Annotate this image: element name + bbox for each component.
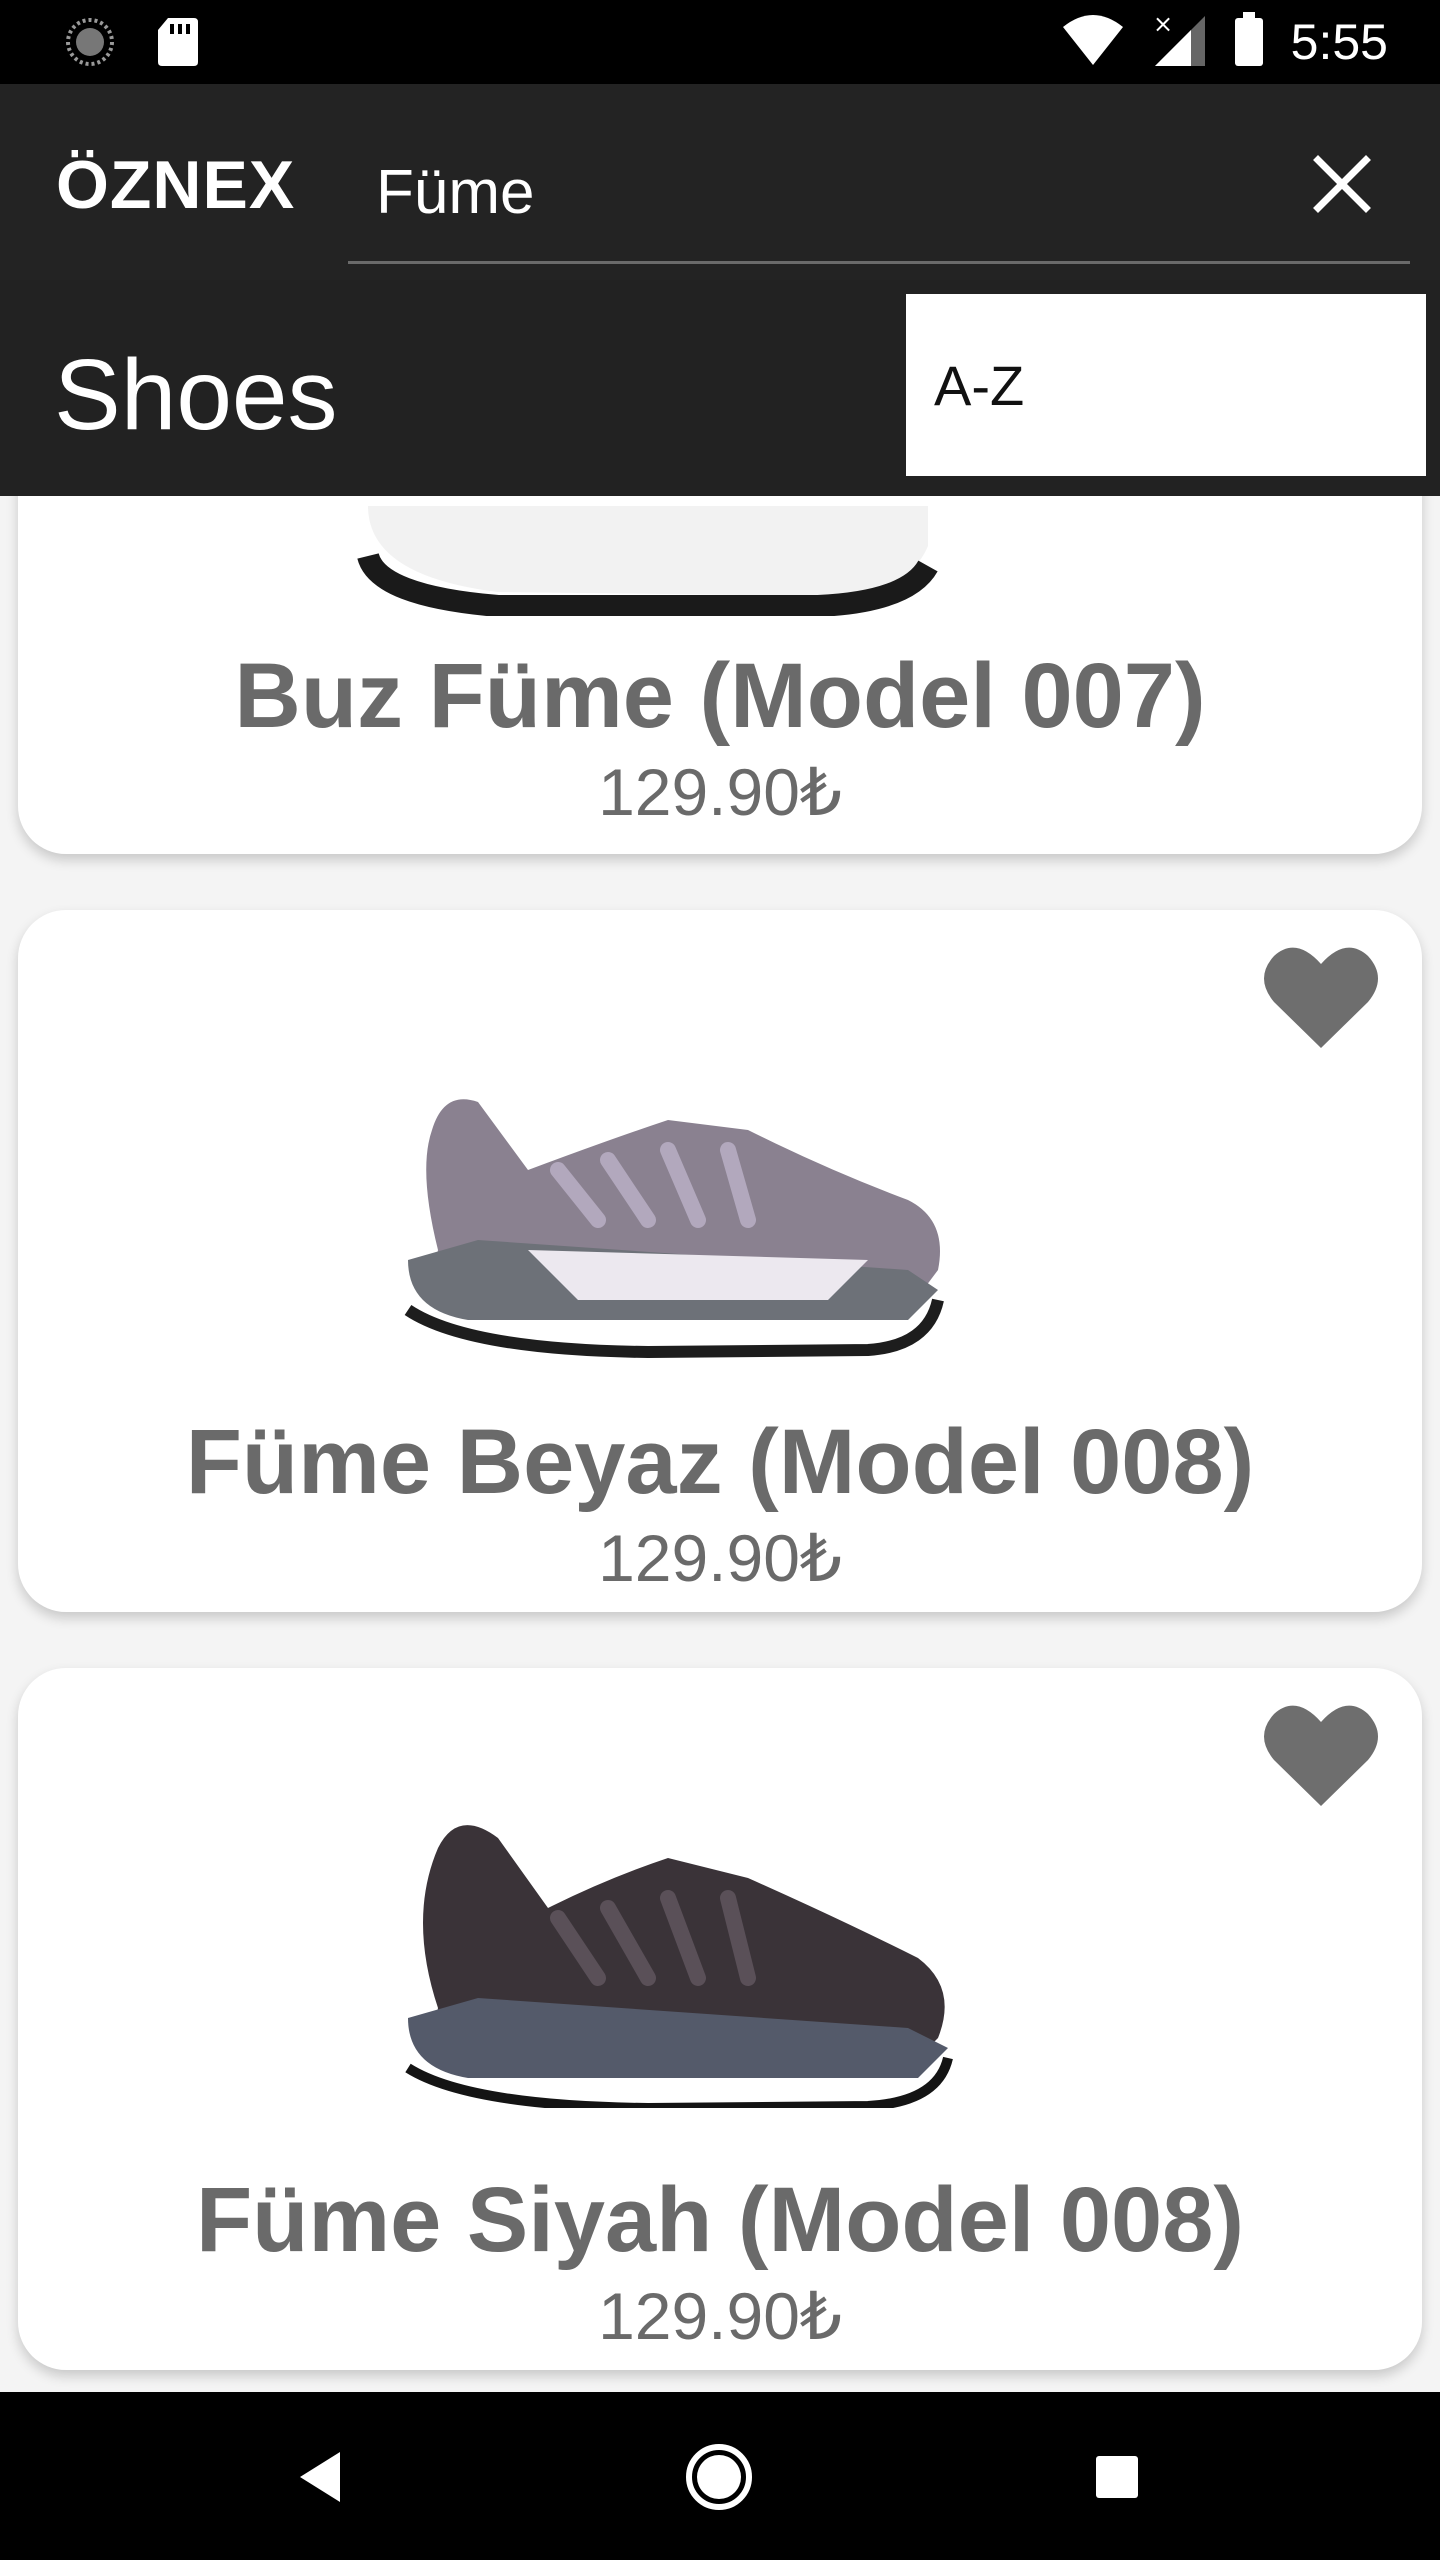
category-title: Shoes xyxy=(54,339,338,451)
heart-icon xyxy=(1262,1705,1380,1814)
product-name: Buz Füme (Model 007) xyxy=(234,645,1206,747)
status-bar: × 5:55 xyxy=(0,0,1440,84)
app-bar: ÖZNEX xyxy=(0,84,1440,280)
back-triangle-icon xyxy=(278,2452,368,2526)
back-button[interactable] xyxy=(278,2432,368,2522)
svg-text:×: × xyxy=(1153,12,1173,38)
product-image xyxy=(348,1020,968,1360)
sd-card-icon xyxy=(156,16,198,73)
signal-icon: × xyxy=(1151,10,1207,73)
home-circle-icon xyxy=(674,2444,764,2526)
product-price: 129.90₺ xyxy=(598,755,842,829)
battery-icon xyxy=(1233,11,1265,73)
loading-icon xyxy=(64,16,116,73)
product-card[interactable]: Füme Siyah (Model 008) 129.90₺ xyxy=(18,1668,1422,2370)
product-image xyxy=(348,1768,968,2114)
favorite-button[interactable] xyxy=(1262,1700,1380,1810)
product-list[interactable]: Buz Füme (Model 007) 129.90₺ Füme Beyaz … xyxy=(0,496,1440,2392)
heart-icon xyxy=(1262,947,1380,1056)
product-name: Füme Beyaz (Model 008) xyxy=(185,1411,1255,1513)
home-button[interactable] xyxy=(674,2432,764,2522)
product-price: 129.90₺ xyxy=(598,1521,842,1595)
status-time: 5:55 xyxy=(1290,14,1388,70)
brand-logo[interactable]: ÖZNEX xyxy=(56,146,295,224)
favorite-button[interactable] xyxy=(1262,942,1380,1052)
search-input[interactable] xyxy=(348,124,1410,264)
page: × 5:55 ÖZNEX Shoes A-Z xyxy=(0,0,1440,2560)
product-name: Füme Siyah (Model 008) xyxy=(195,2169,1245,2271)
category-bar: Shoes A-Z xyxy=(0,280,1440,496)
product-card[interactable]: Buz Füme (Model 007) 129.90₺ xyxy=(18,496,1422,854)
product-card[interactable]: Füme Beyaz (Model 008) 129.90₺ xyxy=(18,910,1422,1612)
recents-square-icon xyxy=(1072,2456,1162,2526)
close-icon xyxy=(1312,154,1372,219)
sort-dropdown[interactable]: A-Z xyxy=(906,294,1426,476)
close-search-button[interactable] xyxy=(1300,144,1384,228)
product-image xyxy=(348,496,968,617)
navigation-bar xyxy=(0,2392,1440,2560)
product-price: 129.90₺ xyxy=(598,2279,842,2353)
recents-button[interactable] xyxy=(1072,2432,1162,2522)
wifi-icon xyxy=(1061,13,1125,72)
sort-selected-value: A-Z xyxy=(934,353,1025,417)
